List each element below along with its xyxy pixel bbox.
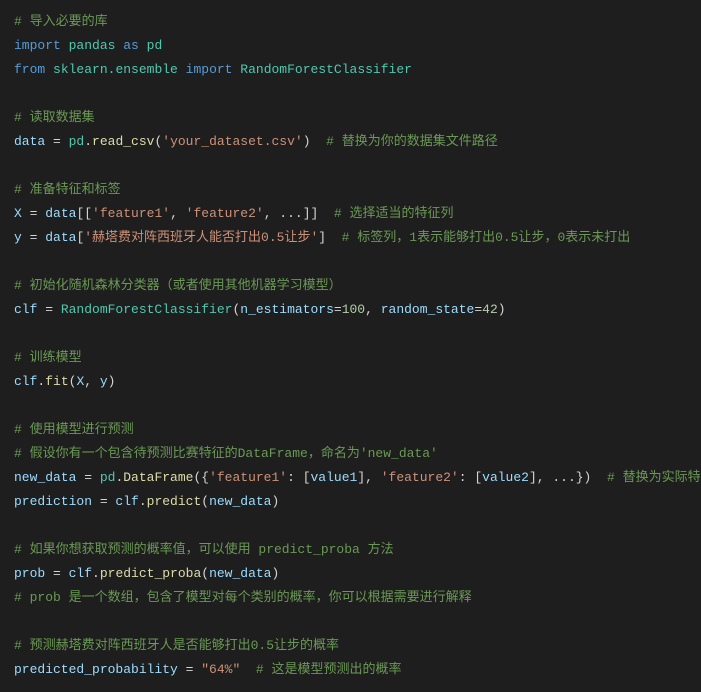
parameter: random_state	[381, 302, 475, 317]
string-literal: '赫塔费对阵西班牙人能否打出0.5让步'	[84, 230, 318, 245]
comment: # 准备特征和标签	[14, 182, 121, 197]
comment: # 导入必要的库	[14, 14, 108, 29]
comment: # 初始化随机森林分类器（或者使用其他机器学习模型）	[14, 278, 342, 293]
variable: prob	[14, 566, 45, 581]
comment: # 标签列，1表示能够打出0.5让步，0表示未打出	[326, 230, 630, 245]
comment: # 这是模型预测出的概率	[240, 662, 401, 677]
function-call: read_csv	[92, 134, 154, 149]
comment: # 替换为你的数据集文件路径	[311, 134, 498, 149]
variable: y	[14, 230, 22, 245]
comment: # 如果你想获取预测的概率值，可以使用 predict_proba 方法	[14, 542, 394, 557]
function-call: fit	[45, 374, 68, 389]
function-call: predict_proba	[100, 566, 201, 581]
class-name: RandomForestClassifier	[61, 302, 233, 317]
string-literal: 'your_dataset.csv'	[162, 134, 302, 149]
parameter: n_estimators	[240, 302, 334, 317]
alias: pd	[147, 38, 163, 53]
comment: # 读取数据集	[14, 110, 95, 125]
comment: # 选择适当的特征列	[318, 206, 453, 221]
number: 100	[342, 302, 365, 317]
variable: clf	[14, 374, 37, 389]
string-literal: 'feature2'	[381, 470, 459, 485]
string-literal: 'feature1'	[92, 206, 170, 221]
string-literal: 'feature2'	[186, 206, 264, 221]
function-call: DataFrame	[123, 470, 193, 485]
variable: new_data	[14, 470, 76, 485]
variable: clf	[14, 302, 37, 317]
comment: # 训练模型	[14, 350, 82, 365]
module: pandas	[69, 38, 116, 53]
class-name: RandomForestClassifier	[240, 62, 412, 77]
variable: prediction	[14, 494, 92, 509]
comment: # 预测赫塔费对阵西班牙人是否能够打出0.5让步的概率	[14, 638, 339, 653]
keyword-as: as	[123, 38, 139, 53]
string-literal: "64%"	[201, 662, 240, 677]
variable: data	[14, 134, 45, 149]
comment: # 使用模型进行预测	[14, 422, 134, 437]
comment: # prob 是一个数组，包含了模型对每个类别的概率，你可以根据需要进行解释	[14, 590, 472, 605]
string-literal: 'feature1'	[209, 470, 287, 485]
code-block: # 导入必要的库 import pandas as pd from sklear…	[14, 10, 687, 682]
number: 42	[482, 302, 498, 317]
comment: # 假设你有一个包含待预测比赛特征的DataFrame，命名为'new_data…	[14, 446, 438, 461]
keyword-import: import	[14, 38, 61, 53]
function-call: predict	[147, 494, 202, 509]
keyword-from: from	[14, 62, 45, 77]
keyword-import: import	[186, 62, 233, 77]
variable: X	[14, 206, 22, 221]
variable: predicted_probability	[14, 662, 178, 677]
comment: # 替换为实际特征	[591, 470, 701, 485]
module: sklearn.ensemble	[53, 62, 178, 77]
